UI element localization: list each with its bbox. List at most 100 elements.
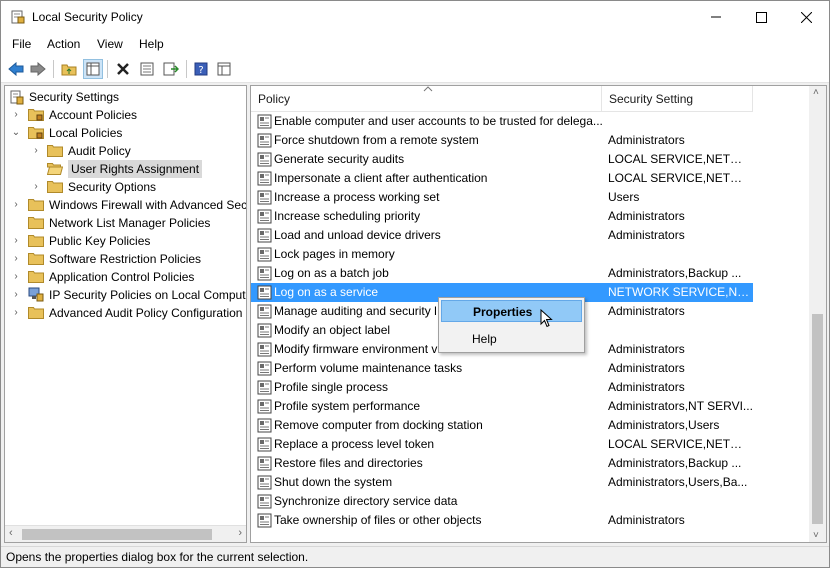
policy-row[interactable]: Log on as a batch job Administrators,Back…: [251, 264, 753, 283]
column-divider[interactable]: [752, 86, 753, 112]
delete-button[interactable]: [113, 59, 133, 79]
tree-scroll-thumb[interactable]: [22, 529, 212, 540]
policy-row[interactable]: Lock pages in memory: [251, 245, 753, 264]
scroll-down-icon[interactable]: ˅: [813, 530, 819, 541]
status-bar: Opens the properties dialog box for the …: [1, 546, 829, 567]
back-button[interactable]: [6, 59, 26, 79]
tree-node-windows-firewall[interactable]: › Windows Firewall with Advanced Secu: [7, 196, 246, 214]
policy-name: Log on as a batch job: [274, 266, 389, 280]
tree-label: Audit Policy: [68, 144, 131, 158]
close-button[interactable]: [783, 1, 829, 33]
tree-node-advanced-audit[interactable]: › Advanced Audit Policy Configuration: [7, 304, 246, 322]
context-menu-help[interactable]: Help: [441, 328, 582, 350]
policy-row[interactable]: Synchronize directory service data: [251, 492, 753, 511]
policy-name: Increase a process working set: [274, 190, 440, 204]
chevron-down-icon[interactable]: ⌄: [11, 124, 21, 142]
policy-icon: [257, 418, 272, 433]
policy-row[interactable]: Replace a process level token LOCAL SERVI…: [251, 435, 753, 454]
policy-row[interactable]: Restore files and directories Administrat…: [251, 454, 753, 473]
help-icon: ?: [194, 62, 208, 76]
chevron-right-icon[interactable]: ›: [11, 196, 21, 214]
properties-button[interactable]: [137, 59, 157, 79]
chevron-right-icon[interactable]: ›: [11, 232, 21, 250]
title-bar: Local Security Policy: [1, 1, 829, 33]
policy-icon: [257, 114, 272, 129]
tree-node-network-list-manager[interactable]: Network List Manager Policies: [7, 214, 246, 232]
scroll-right-icon[interactable]: ›: [238, 527, 242, 539]
policy-icon: [257, 228, 272, 243]
show-hide-tree-button[interactable]: [83, 59, 103, 79]
scroll-up-icon[interactable]: ˄: [813, 87, 819, 98]
list-scroll-thumb[interactable]: [812, 314, 823, 524]
chevron-right-icon[interactable]: ›: [11, 286, 21, 304]
chevron-right-icon[interactable]: ›: [11, 304, 21, 322]
forward-button[interactable]: [28, 59, 48, 79]
details-view-button[interactable]: [214, 59, 234, 79]
policy-row[interactable]: Increase scheduling priority Administrato…: [251, 207, 753, 226]
policy-setting: Administrators,Backup ...: [608, 266, 742, 280]
policy-setting: Administrators: [608, 380, 685, 394]
menu-help[interactable]: Help: [139, 37, 164, 51]
policy-name: Manage auditing and security l: [274, 304, 437, 318]
column-header-policy[interactable]: Policy: [251, 86, 601, 112]
export-list-button[interactable]: [161, 59, 181, 79]
policy-row[interactable]: Impersonate a client after authenticatio…: [251, 169, 753, 188]
tree-node-application-control[interactable]: › Application Control Policies: [7, 268, 246, 286]
policy-icon: [257, 342, 272, 357]
policy-name: Restore files and directories: [274, 456, 423, 470]
help-button[interactable]: ?: [191, 59, 211, 79]
policy-icon: [257, 494, 272, 509]
policy-row[interactable]: Take ownership of files or other objects…: [251, 511, 753, 530]
tree-node-software-restriction[interactable]: › Software Restriction Policies: [7, 250, 246, 268]
tree-node-local-policies[interactable]: ⌄ Local Policies: [7, 124, 246, 142]
policy-name: Shut down the system: [274, 475, 393, 489]
context-menu: Properties Help: [438, 297, 585, 353]
policy-row[interactable]: Generate security audits LOCAL SERVICE,NE…: [251, 150, 753, 169]
tree-node-ip-security[interactable]: › IP Security Policies on Local Compute: [7, 286, 246, 304]
chevron-right-icon[interactable]: ›: [31, 142, 41, 160]
policy-row[interactable]: Profile system performance Administrators…: [251, 397, 753, 416]
policy-row[interactable]: Load and unload device drivers Administra…: [251, 226, 753, 245]
minimize-button[interactable]: [693, 1, 739, 33]
policy-row[interactable]: Profile single process Administrators: [251, 378, 753, 397]
folder-lock-icon: [28, 127, 44, 139]
policy-row[interactable]: Enable computer and user accounts to be …: [251, 112, 753, 131]
column-header-security-setting[interactable]: Security Setting: [602, 86, 752, 112]
tree-label: User Rights Assignment: [68, 160, 203, 178]
delete-icon: [117, 63, 129, 75]
policy-setting: Administrators: [608, 513, 685, 527]
policy-name: Lock pages in memory: [274, 247, 395, 261]
forward-icon: [30, 62, 46, 76]
mouse-cursor-icon: [540, 309, 553, 328]
scroll-left-icon[interactable]: ‹: [9, 527, 13, 539]
chevron-right-icon[interactable]: ›: [11, 106, 21, 124]
tree-node-security-options[interactable]: › Security Options: [7, 178, 246, 196]
toolbar: ?: [1, 55, 829, 83]
menu-action[interactable]: Action: [47, 37, 80, 51]
policy-row[interactable]: Perform volume maintenance tasks Administ…: [251, 359, 753, 378]
policy-row[interactable]: Shut down the system Administrators,Users…: [251, 473, 753, 492]
up-folder-button[interactable]: [59, 59, 79, 79]
policy-icon: [257, 437, 272, 452]
tree-label: Advanced Audit Policy Configuration: [49, 306, 243, 320]
list-vertical-scrollbar[interactable]: ˄ ˅: [809, 86, 826, 542]
maximize-button[interactable]: [738, 1, 784, 33]
tree-node-audit-policy[interactable]: › Audit Policy: [7, 142, 246, 160]
context-menu-properties[interactable]: Properties: [441, 300, 582, 322]
policy-icon: [257, 304, 272, 319]
policy-row[interactable]: Remove computer from docking station Admi…: [251, 416, 753, 435]
export-icon: [163, 62, 179, 76]
menu-view[interactable]: View: [97, 37, 123, 51]
folder-open-icon: [47, 163, 63, 175]
tree-node-public-key-policies[interactable]: › Public Key Policies: [7, 232, 246, 250]
menu-file[interactable]: File: [12, 37, 31, 51]
policy-row[interactable]: Increase a process working set Users: [251, 188, 753, 207]
tree-horizontal-scrollbar[interactable]: ‹ ›: [5, 525, 246, 542]
chevron-right-icon[interactable]: ›: [31, 178, 41, 196]
policy-row[interactable]: Force shutdown from a remote system Admin…: [251, 131, 753, 150]
tree-node-account-policies[interactable]: › Account Policies: [7, 106, 246, 124]
policy-icon: [257, 190, 272, 205]
tree-node-user-rights-assignment[interactable]: User Rights Assignment: [7, 160, 246, 178]
chevron-right-icon[interactable]: ›: [11, 250, 21, 268]
chevron-right-icon[interactable]: ›: [11, 268, 21, 286]
